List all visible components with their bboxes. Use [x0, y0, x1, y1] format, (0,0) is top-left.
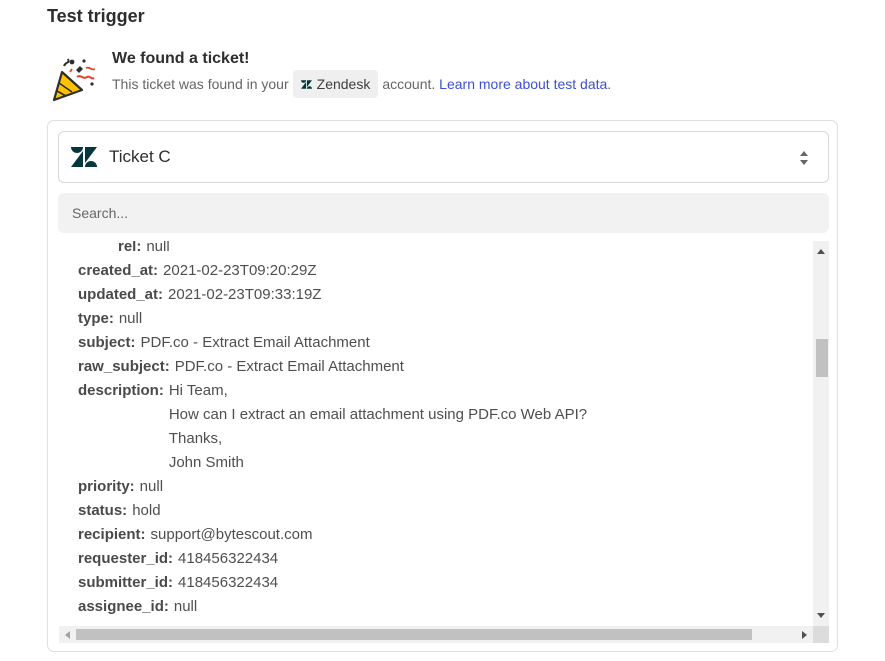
ticket-field-list: rel: null created_at: 2021-02-23T09:20:2…: [78, 241, 587, 619]
field-row-assignee-id: assignee_id: null: [78, 595, 587, 619]
field-key: recipient:: [78, 526, 146, 543]
field-value: hold: [132, 502, 161, 519]
field-value: 418456322434: [178, 550, 279, 567]
field-value: PDF.co - Extract Email Attachment: [174, 358, 404, 375]
field-value: 2021-02-23T09:20:29Z: [163, 262, 317, 279]
ticket-data-viewport: rel: null created_at: 2021-02-23T09:20:2…: [59, 241, 813, 626]
found-title: We found a ticket!: [112, 50, 250, 67]
field-key: type:: [78, 310, 114, 327]
field-row-raw-subject: raw_subject: PDF.co - Extract Email Atta…: [78, 355, 587, 379]
field-value: 418456322434: [178, 574, 279, 591]
field-key: description:: [78, 382, 164, 399]
description-line: John Smith: [168, 454, 244, 471]
field-key: created_at:: [78, 262, 159, 279]
description-line: How can I extract an email attachment us…: [168, 406, 588, 423]
zendesk-logo-icon: [71, 147, 97, 167]
ticket-select[interactable]: Ticket C: [58, 131, 829, 183]
field-row-description: description: Hi Team, How can I extract …: [78, 379, 587, 475]
field-value-multiline: Hi Team, How can I extract an email atta…: [169, 379, 587, 475]
chevron-up-down-icon: [800, 151, 808, 165]
field-key: submitter_id:: [78, 574, 174, 591]
horizontal-scroll-thumb[interactable]: [76, 629, 752, 640]
field-key: requester_id:: [78, 550, 174, 567]
app-chip-zendesk: Zendesk: [292, 70, 379, 98]
field-row-submitter-id: submitter_id: 418456322434: [78, 571, 587, 595]
field-value: null: [146, 241, 170, 255]
zendesk-logo-icon: [300, 79, 312, 89]
field-key: subject:: [78, 334, 136, 351]
field-row-subject: subject: PDF.co - Extract Email Attachme…: [78, 331, 587, 355]
field-value: null: [139, 478, 164, 495]
scroll-down-arrow-icon[interactable]: [817, 613, 825, 618]
field-value: support@bytescout.com: [150, 526, 313, 543]
field-key: rel:: [118, 241, 142, 255]
field-key: updated_at:: [78, 286, 164, 303]
field-row-requester-id: requester_id: 418456322434: [78, 547, 587, 571]
app-chip-label: Zendesk: [316, 76, 371, 92]
horizontal-scrollbar[interactable]: [59, 626, 813, 643]
section-title: Test trigger: [47, 6, 145, 26]
found-period: .: [607, 76, 612, 92]
party-popper-icon: [52, 58, 96, 102]
field-row-created-at: created_at: 2021-02-23T09:20:29Z: [78, 259, 587, 283]
vertical-scroll-thumb[interactable]: [816, 339, 828, 377]
ticket-data-pane: rel: null created_at: 2021-02-23T09:20:2…: [59, 241, 829, 643]
field-value: 2021-02-23T09:33:19Z: [168, 286, 322, 303]
scroll-up-arrow-icon[interactable]: [817, 249, 825, 254]
scrollbar-corner: [813, 626, 829, 643]
search-input[interactable]: [58, 193, 829, 233]
found-text-before: This ticket was found in your: [112, 76, 289, 92]
field-key: raw_subject:: [78, 358, 170, 375]
field-row-recipient: recipient: support@bytescout.com: [78, 523, 587, 547]
field-value: PDF.co - Extract Email Attachment: [140, 334, 370, 351]
field-row-status: status: hold: [78, 499, 587, 523]
ticket-card: Ticket C rel: null created_at: 2021-02-2…: [47, 120, 838, 652]
found-text-after: account.: [382, 76, 436, 92]
found-description: This ticket was found in your Zendesk ac…: [112, 70, 611, 98]
vertical-scrollbar[interactable]: [813, 241, 829, 626]
field-key: status:: [78, 502, 128, 519]
description-line: Hi Team,: [168, 382, 228, 399]
field-key: assignee_id:: [78, 598, 169, 615]
field-row-priority: priority: null: [78, 475, 587, 499]
field-row-type: type: null: [78, 307, 587, 331]
scroll-left-arrow-icon[interactable]: [65, 631, 70, 639]
description-line: Thanks,: [168, 430, 223, 447]
field-row-rel: rel: null: [78, 241, 587, 259]
field-key: priority:: [78, 478, 135, 495]
field-value: null: [118, 310, 143, 327]
scroll-right-arrow-icon[interactable]: [802, 631, 807, 639]
field-value: null: [173, 598, 198, 615]
ticket-select-label: Ticket C: [109, 147, 171, 166]
field-row-updated-at: updated_at: 2021-02-23T09:33:19Z: [78, 283, 587, 307]
learn-more-link[interactable]: Learn more about test data: [439, 76, 607, 92]
